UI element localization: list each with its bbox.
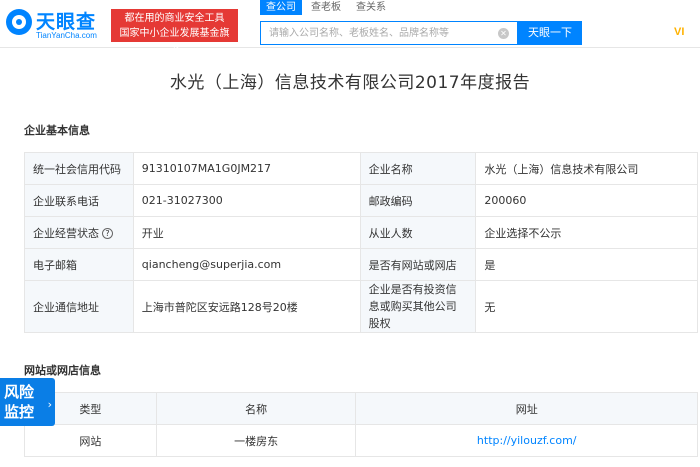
table-row: 统一社会信用代码 91310107MA1G0JM217 企业名称 水光（上海）信…	[24, 152, 698, 185]
basic-info-table: 统一社会信用代码 91310107MA1G0JM217 企业名称 水光（上海）信…	[24, 152, 698, 333]
info-label: 邮政编码	[359, 184, 477, 217]
chevron-right-icon: ›	[47, 398, 52, 411]
tab-relation[interactable]: 查关系	[356, 0, 386, 15]
info-label: 统一社会信用代码	[24, 152, 134, 185]
info-label: 电子邮箱	[24, 248, 134, 281]
logo-domain: TianYanCha.com	[36, 31, 97, 40]
website-url-cell: http://yilouzf.com/	[355, 424, 698, 457]
basic-info-heading: 企业基本信息	[24, 124, 90, 137]
slogan-banner: 都在用的商业安全工具 国家中小企业发展基金旗下	[111, 9, 238, 54]
table-row: 电子邮箱 qiancheng@superjia.com 是否有网站或网店 是	[24, 248, 698, 281]
site-logo[interactable]: 天眼查 TianYanCha.com	[6, 7, 106, 43]
slogan-line-2: 国家中小企业发展基金旗下	[119, 28, 230, 54]
info-label: 企业经营状态	[33, 226, 99, 240]
search-input[interactable]	[269, 25, 499, 41]
search-box: ✕	[260, 21, 518, 45]
search-button[interactable]: 天眼一下	[518, 21, 582, 45]
info-value: 91310107MA1G0JM217	[132, 152, 361, 185]
table-row: 企业通信地址 上海市普陀区安远路128号20楼 企业是否有投资信息或购买其他公司…	[24, 280, 698, 333]
help-icon[interactable]: ?	[102, 228, 113, 239]
table-row: 企业经营状态? 开业 从业人数 企业选择不公示	[24, 216, 698, 249]
info-value: 开业	[132, 216, 361, 249]
info-label: 企业是否有投资信息或购买其他公司股权	[359, 280, 477, 333]
website-type: 网站	[24, 424, 157, 457]
page-title: 水光（上海）信息技术有限公司2017年度报告	[169, 73, 531, 93]
info-label: 是否有网站或网店	[359, 248, 477, 281]
eye-logo-icon	[6, 9, 32, 35]
info-label-status: 企业经营状态?	[24, 216, 134, 249]
site-header: 天眼查 TianYanCha.com 都在用的商业安全工具 国家中小企业发展基金…	[0, 0, 700, 54]
slogan-line-1: 都在用的商业安全工具	[124, 13, 225, 24]
website-table: 类型 名称 网址 网站 一楼房东 http://yilouzf.com/	[24, 392, 698, 457]
website-link[interactable]: http://yilouzf.com/	[477, 434, 577, 447]
info-value: 企业选择不公示	[475, 216, 698, 249]
column-header-url: 网址	[355, 392, 698, 425]
info-value: 水光（上海）信息技术有限公司	[475, 152, 698, 185]
website-name: 一楼房东	[155, 424, 357, 457]
table-row: 网站 一楼房东 http://yilouzf.com/	[24, 424, 698, 457]
column-header-name: 名称	[155, 392, 357, 425]
info-value: 无	[475, 280, 698, 333]
table-row: 企业联系电话 021-31027300 邮政编码 200060	[24, 184, 698, 217]
clear-icon[interactable]: ✕	[498, 28, 509, 39]
info-label: 企业名称	[359, 152, 477, 185]
website-info-heading: 网站或网店信息	[24, 364, 101, 377]
tab-company[interactable]: 查公司	[260, 0, 302, 15]
info-label: 企业联系电话	[24, 184, 134, 217]
info-value: qiancheng@superjia.com	[132, 248, 361, 281]
info-label: 企业通信地址	[24, 280, 134, 333]
risk-monitor-button[interactable]: 风险 监控 ›	[0, 378, 55, 426]
info-value: 上海市普陀区安远路128号20楼	[132, 280, 361, 333]
info-value: 是	[475, 248, 698, 281]
info-value: 021-31027300	[132, 184, 361, 217]
logo-text: 天眼查	[36, 11, 97, 33]
info-label: 从业人数	[359, 216, 477, 249]
vip-link[interactable]: VI	[674, 26, 684, 38]
info-value: 200060	[475, 184, 698, 217]
table-header-row: 类型 名称 网址	[24, 392, 698, 425]
tab-boss[interactable]: 查老板	[311, 0, 341, 15]
